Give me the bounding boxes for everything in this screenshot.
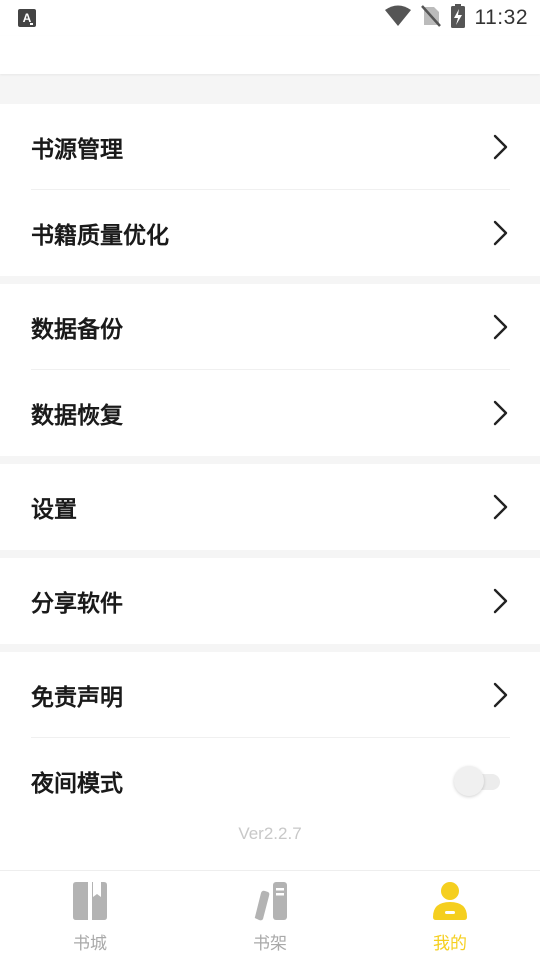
- menu-item-settings[interactable]: 设置: [0, 464, 540, 550]
- menu-group-share: 分享软件: [0, 558, 540, 644]
- header-area: [0, 36, 540, 74]
- tab-label: 书架: [253, 934, 287, 954]
- a-notification-icon: A: [18, 9, 36, 27]
- menu-item-disclaimer[interactable]: 免责声明: [0, 652, 540, 738]
- chevron-right-icon: [493, 682, 508, 708]
- menu-item-data-backup[interactable]: 数据备份: [0, 284, 540, 370]
- no-sim-icon: [420, 5, 441, 31]
- chevron-right-icon: [493, 494, 508, 520]
- chevron-right-icon: [493, 220, 508, 246]
- chevron-right-icon: [493, 588, 508, 614]
- menu-group-data: 数据备份 数据恢复: [0, 284, 540, 456]
- menu-item-night-mode: 夜间模式: [0, 738, 540, 824]
- status-icons: 11:32: [384, 4, 529, 32]
- chevron-right-icon: [493, 400, 508, 426]
- menu-item-label: 夜间模式: [31, 771, 123, 797]
- tab-bookshelf[interactable]: 书架: [180, 871, 360, 960]
- menu-item-label: 分享软件: [31, 591, 123, 617]
- menu-group-settings: 设置: [0, 464, 540, 550]
- menu-item-data-restore[interactable]: 数据恢复: [0, 370, 540, 456]
- bottom-tab-bar: 书城 书架 我的: [0, 870, 540, 960]
- menu-group-sources: 书源管理 书籍质量优化: [0, 104, 540, 276]
- menu-item-label: 免责声明: [31, 685, 123, 711]
- tab-label: 书城: [73, 934, 107, 954]
- tab-profile[interactable]: 我的: [360, 871, 540, 960]
- clock-time: 11:32: [474, 6, 528, 29]
- chevron-right-icon: [493, 134, 508, 160]
- tab-label: 我的: [433, 934, 467, 954]
- svg-text:A: A: [23, 11, 32, 25]
- version-text: Ver2.2.7: [238, 824, 302, 843]
- menu-item-label: 数据备份: [31, 317, 123, 343]
- battery-charging-icon: [450, 4, 465, 32]
- wifi-icon: [384, 5, 411, 31]
- tab-bookstore[interactable]: 书城: [0, 871, 180, 960]
- menu-item-share-app[interactable]: 分享软件: [0, 558, 540, 644]
- night-mode-toggle[interactable]: [454, 766, 500, 796]
- chevron-right-icon: [493, 314, 508, 340]
- menu-item-book-quality-optimization[interactable]: 书籍质量优化: [0, 190, 540, 276]
- menu-item-label: 设置: [31, 497, 77, 523]
- menu-item-label: 数据恢复: [31, 403, 123, 429]
- status-bar: A 11:32: [0, 0, 540, 36]
- menu-item-label: 书籍质量优化: [31, 223, 169, 249]
- menu-item-book-source-management[interactable]: 书源管理: [0, 104, 540, 190]
- profile-icon: [433, 882, 467, 920]
- book-icon: [73, 882, 107, 920]
- menu-item-label: 书源管理: [31, 137, 123, 163]
- toggle-knob: [454, 766, 484, 796]
- bookshelf-icon: [254, 882, 287, 921]
